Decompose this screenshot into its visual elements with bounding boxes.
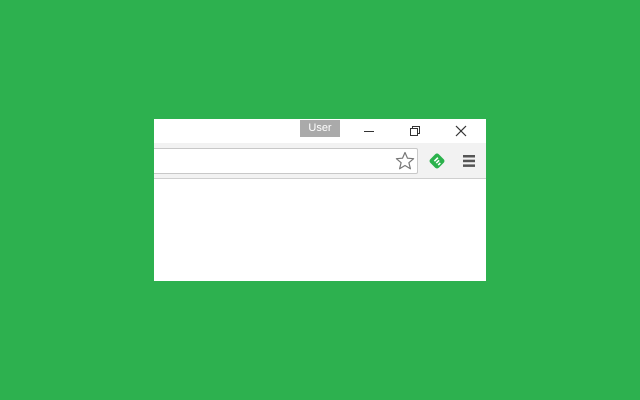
close-icon — [455, 125, 467, 137]
title-bar: User — [154, 119, 486, 143]
minimize-button[interactable] — [346, 119, 392, 143]
restore-button[interactable] — [392, 119, 438, 143]
star-icon[interactable] — [395, 151, 415, 171]
close-button[interactable] — [438, 119, 484, 143]
address-bar[interactable] — [154, 148, 418, 174]
hamburger-menu-icon[interactable] — [459, 151, 479, 171]
page-content — [154, 179, 486, 281]
minimize-icon — [364, 131, 374, 132]
profile-button[interactable]: User — [300, 120, 340, 137]
browser-toolbar — [154, 143, 486, 179]
feedly-extension-icon[interactable] — [427, 151, 447, 171]
browser-window: User — [154, 119, 486, 281]
restore-icon — [410, 126, 420, 136]
